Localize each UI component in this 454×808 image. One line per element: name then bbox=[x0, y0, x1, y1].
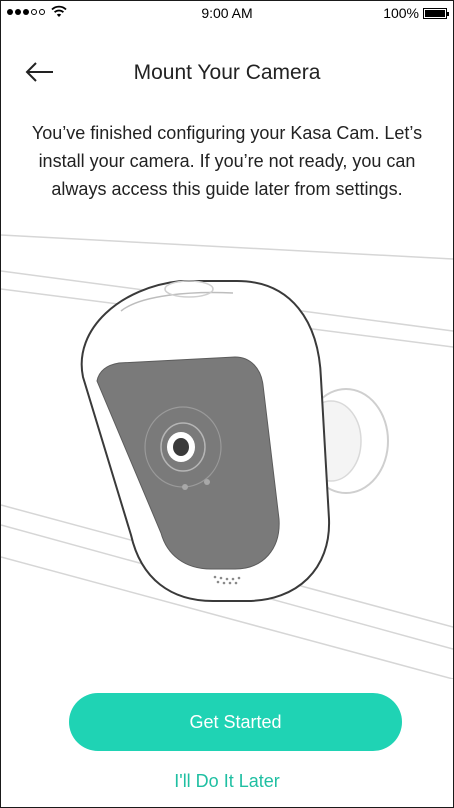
app-screen: 9:00 AM 100% Mount Your Camera You’ve fi… bbox=[0, 0, 454, 808]
status-bar: 9:00 AM 100% bbox=[1, 1, 453, 25]
get-started-button[interactable]: Get Started bbox=[69, 693, 402, 751]
battery-percent: 100% bbox=[383, 5, 419, 21]
camera-illustration-svg bbox=[1, 234, 453, 680]
do-it-later-link[interactable]: I'll Do It Later bbox=[1, 771, 453, 792]
header: Mount Your Camera bbox=[1, 51, 453, 95]
battery-icon bbox=[423, 7, 449, 19]
battery-fill bbox=[425, 9, 445, 17]
page-title: Mount Your Camera bbox=[133, 61, 321, 84]
status-right: 100% bbox=[383, 5, 449, 21]
battery-tip bbox=[447, 11, 449, 16]
camera-mount-illustration bbox=[1, 229, 453, 680]
intro-text: You’ve finished configuring your Kasa Ca… bbox=[31, 123, 423, 199]
